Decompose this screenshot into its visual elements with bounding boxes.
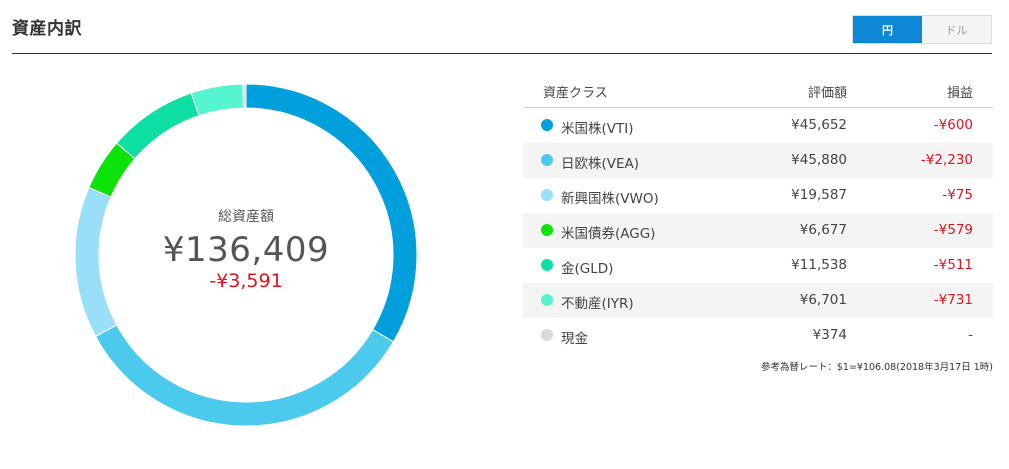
donut-slice — [116, 92, 200, 160]
asset-name: 米国株(VTI) — [561, 121, 634, 137]
asset-profit-loss: -¥579 — [933, 222, 973, 238]
donut-slice — [94, 324, 395, 426]
table-row: 新興国株(VWO) ¥19,587 -¥75 — [523, 178, 993, 213]
currency-dollar-button[interactable]: ドル — [922, 16, 991, 43]
legend-dot-icon — [541, 119, 553, 131]
asset-value: ¥6,677 — [799, 222, 847, 238]
currency-yen-button[interactable]: 円 — [853, 16, 922, 43]
asset-profit-loss: -¥2,230 — [920, 152, 973, 168]
asset-name: 米国債券(AGG) — [561, 226, 656, 242]
donut-slice — [75, 186, 118, 338]
asset-value: ¥6,701 — [799, 292, 847, 308]
asset-value: ¥11,538 — [791, 257, 847, 273]
table-row: 米国債券(AGG) ¥6,677 -¥579 — [523, 213, 993, 248]
donut-slice — [245, 84, 417, 343]
legend-dot-icon — [541, 189, 553, 201]
table-row: 金(GLD) ¥11,538 -¥511 — [523, 248, 993, 283]
asset-value: ¥45,652 — [791, 117, 847, 133]
donut-slice — [242, 84, 247, 109]
table-body: 米国株(VTI) ¥45,652 -¥600 日欧株(VEA) ¥45,880 -¥2,2… — [523, 108, 993, 353]
column-valuation: 評価額 — [807, 86, 847, 101]
section-header: 資産内訳 円 ドル — [12, 0, 992, 54]
asset-name: 新興国株(VWO) — [561, 191, 659, 207]
asset-profit-loss: -¥75 — [942, 187, 973, 203]
asset-profit-loss: -¥600 — [933, 117, 973, 133]
asset-name: 現金 — [561, 331, 588, 347]
currency-toggle: 円 ドル — [852, 15, 992, 44]
asset-name: 金(GLD) — [561, 261, 614, 277]
table-header: 資産クラス 評価額 損益 — [523, 73, 993, 108]
asset-table: 資産クラス 評価額 損益 米国株(VTI) ¥45,652 -¥600 日欧株(VEA… — [523, 73, 993, 353]
donut-svg — [75, 84, 417, 426]
asset-name: 日欧株(VEA) — [561, 156, 640, 172]
table-row: 現金 ¥374 - — [523, 318, 993, 353]
column-asset-class: 資産クラス — [543, 86, 608, 101]
table-row: 不動産(IYR) ¥6,701 -¥731 — [523, 283, 993, 318]
asset-profit-loss: -¥511 — [933, 257, 973, 273]
table-row: 米国株(VTI) ¥45,652 -¥600 — [523, 108, 993, 143]
column-profit-loss: 損益 — [946, 86, 973, 101]
legend-dot-icon — [541, 259, 553, 271]
asset-donut-chart: 総資産額 ¥136,409 -¥3,591 — [75, 84, 417, 426]
asset-profit-loss: - — [968, 327, 973, 343]
page-title: 資産内訳 — [12, 19, 82, 39]
legend-dot-icon — [541, 224, 553, 236]
asset-value: ¥19,587 — [791, 187, 847, 203]
asset-name: 不動産(IYR) — [561, 296, 634, 312]
donut-slice — [190, 84, 244, 117]
exchange-rate-note: 参考為替レート：$1=¥106.08(2018年3月17日 1時) — [760, 362, 993, 373]
asset-value: ¥45,880 — [791, 152, 847, 168]
legend-dot-icon — [541, 154, 553, 166]
legend-dot-icon — [541, 294, 553, 306]
table-row: 日欧株(VEA) ¥45,880 -¥2,230 — [523, 143, 993, 178]
asset-value: ¥374 — [812, 327, 847, 343]
legend-dot-icon — [541, 329, 553, 341]
asset-profit-loss: -¥731 — [933, 292, 973, 308]
